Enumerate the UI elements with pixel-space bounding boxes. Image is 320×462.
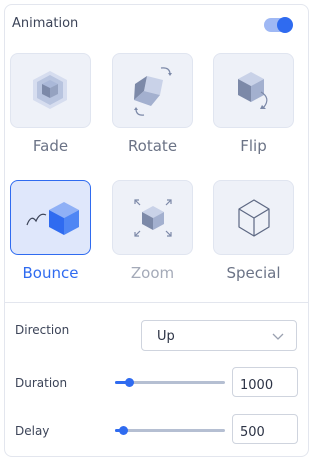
direction-value: Up <box>157 329 175 344</box>
duration-input[interactable] <box>232 367 298 397</box>
tile-zoom-box[interactable] <box>112 180 193 255</box>
tile-bounce[interactable]: Bounce <box>10 180 91 282</box>
delay-label: Delay <box>15 424 50 438</box>
outline-cube-icon <box>238 199 270 237</box>
tile-rotate-box[interactable] <box>112 53 193 128</box>
animation-toggle[interactable] <box>264 17 293 33</box>
toggle-knob <box>277 17 293 33</box>
duration-slider-thumb[interactable] <box>125 378 135 387</box>
chevron-down-icon <box>272 333 284 340</box>
tile-special-box[interactable] <box>213 180 294 255</box>
duration-slider[interactable] <box>115 375 225 389</box>
tile-zoom[interactable]: Zoom <box>112 180 193 282</box>
direction-label: Direction <box>15 323 70 337</box>
tile-bounce-label: Bounce <box>22 264 79 282</box>
tile-fade[interactable]: Fade <box>10 53 91 155</box>
panel-header: Animation <box>12 15 293 37</box>
tile-fade-label: Fade <box>32 137 69 155</box>
direction-select[interactable]: Up <box>141 320 297 351</box>
delay-slider[interactable] <box>115 423 225 437</box>
tile-zoom-label: Zoom <box>130 264 175 282</box>
tile-special[interactable]: Special <box>213 180 294 282</box>
duration-label: Duration <box>15 376 68 390</box>
tile-special-label: Special <box>226 264 281 282</box>
tile-flip-box[interactable] <box>213 53 294 128</box>
rotate-cube-icon <box>134 67 172 116</box>
animation-type-grid: Fade Rotate Flip Bounce Zoom Special <box>10 53 295 293</box>
zoom-cube-icon <box>134 199 172 237</box>
delay-slider-track <box>115 429 225 432</box>
tile-flip[interactable]: Flip <box>213 53 294 155</box>
tile-rotate-label: Rotate <box>127 137 178 155</box>
panel-title: Animation <box>12 16 79 31</box>
delay-slider-thumb[interactable] <box>118 426 128 435</box>
tile-fade-box[interactable] <box>10 53 91 128</box>
flip-cube-icon <box>238 72 268 109</box>
section-divider <box>4 302 309 303</box>
tile-flip-label: Flip <box>240 137 267 155</box>
tile-bounce-box[interactable] <box>10 180 91 255</box>
tile-rotate[interactable]: Rotate <box>112 53 193 155</box>
fade-cube-icon <box>33 71 67 109</box>
delay-input[interactable] <box>232 414 298 444</box>
bounce-cube-icon <box>26 202 79 235</box>
